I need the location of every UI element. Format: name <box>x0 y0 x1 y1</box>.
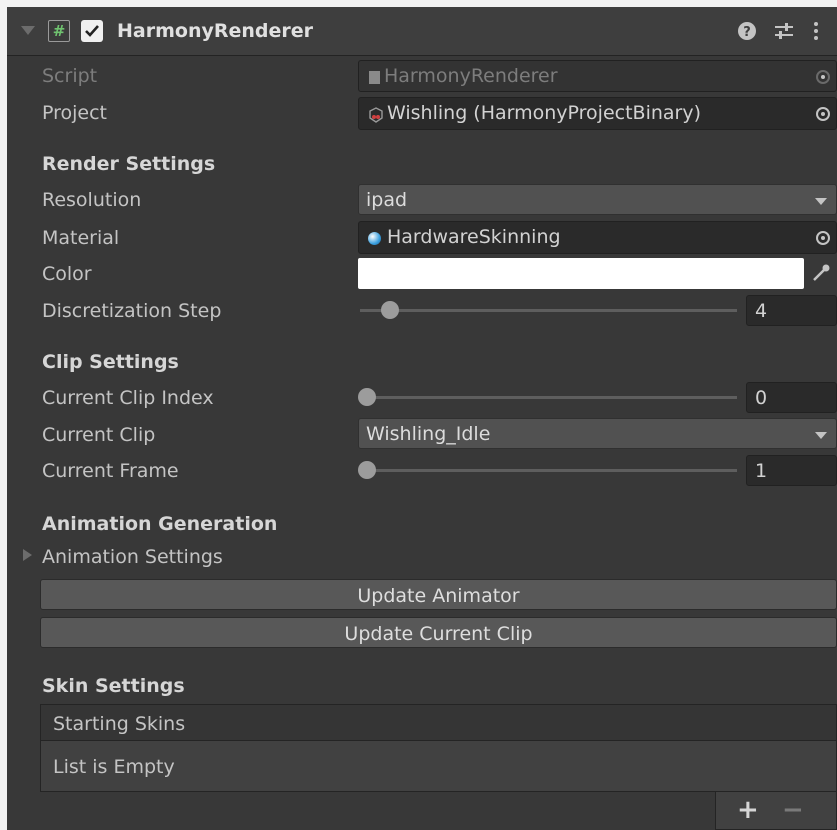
svg-text:?: ? <box>743 25 751 40</box>
project-value: Wishling (HarmonyProjectBinary) <box>387 102 702 124</box>
update-current-clip-button[interactable]: Update Current Clip <box>40 617 837 648</box>
fold-arrow-icon[interactable] <box>21 26 35 35</box>
more-menu-icon[interactable] <box>812 21 820 45</box>
material-field[interactable]: HardwareSkinning <box>358 221 837 254</box>
project-field[interactable]: Wishling (HarmonyProjectBinary) <box>358 97 837 130</box>
script-hash-icon: # <box>48 20 70 42</box>
remove-item-button[interactable]: − <box>782 795 804 825</box>
component-header[interactable]: # HarmonyRenderer ? <box>7 7 837 56</box>
chevron-down-icon <box>815 198 827 205</box>
add-item-button[interactable]: + <box>737 795 759 825</box>
color-swatch[interactable] <box>358 258 804 289</box>
current-frame-slider-track[interactable] <box>360 469 737 472</box>
presets-icon[interactable] <box>773 21 795 45</box>
clip-settings-header: Clip Settings <box>42 351 179 373</box>
list-footer: + − <box>715 792 837 830</box>
animation-settings-foldout[interactable]: Animation Settings <box>42 546 223 568</box>
object-picker-icon[interactable] <box>816 231 830 245</box>
update-animator-button[interactable]: Update Animator <box>40 579 837 610</box>
current-frame-slider-thumb[interactable] <box>358 461 376 479</box>
current-clip-index-value: 0 <box>755 387 768 409</box>
discretization-step-slider-track[interactable] <box>360 309 737 312</box>
material-label: Material <box>42 227 120 249</box>
animation-generation-header: Animation Generation <box>42 513 278 535</box>
help-icon[interactable]: ? <box>738 22 756 40</box>
current-clip-label: Current Clip <box>42 424 156 446</box>
list-empty-text: List is Empty <box>53 756 175 778</box>
svg-text:#: # <box>53 22 66 40</box>
script-value: HarmonyRenderer <box>384 65 558 87</box>
resolution-value: ipad <box>366 189 408 211</box>
discretization-step-input[interactable]: 4 <box>746 295 837 326</box>
current-clip-index-input[interactable]: 0 <box>746 382 837 413</box>
inspector-panel: # HarmonyRenderer ? Script HarmonyRender… <box>7 7 837 830</box>
script-field: HarmonyRenderer <box>358 60 837 92</box>
discretization-step-slider-thumb[interactable] <box>381 301 399 319</box>
starting-skins-list-body: List is Empty <box>40 741 837 792</box>
starting-skins-list-header: Starting Skins <box>40 704 837 741</box>
script-label: Script <box>42 65 98 87</box>
color-label: Color <box>42 263 92 285</box>
resolution-label: Resolution <box>42 189 142 211</box>
object-picker-icon <box>816 70 830 84</box>
render-settings-header: Render Settings <box>42 153 216 175</box>
current-clip-index-label: Current Clip Index <box>42 387 214 409</box>
current-clip-dropdown[interactable]: Wishling_Idle <box>358 418 837 449</box>
current-clip-index-slider-track[interactable] <box>360 396 737 399</box>
object-picker-icon[interactable] <box>816 107 830 121</box>
current-clip-index-slider-thumb[interactable] <box>358 388 376 406</box>
material-value: HardwareSkinning <box>387 226 561 248</box>
eyedropper-icon[interactable] <box>810 262 832 284</box>
update-animator-label: Update Animator <box>357 585 520 607</box>
discretization-step-label: Discretization Step <box>42 300 222 322</box>
resolution-dropdown[interactable]: ipad <box>358 184 837 215</box>
skin-settings-header: Skin Settings <box>42 675 185 697</box>
current-frame-label: Current Frame <box>42 460 179 482</box>
material-sphere-icon <box>368 232 381 245</box>
harmony-project-icon <box>369 107 383 123</box>
current-frame-value: 1 <box>755 460 768 482</box>
chevron-down-icon <box>815 432 827 439</box>
discretization-step-value: 4 <box>755 300 768 322</box>
checkbox-checked-icon[interactable] <box>81 20 103 42</box>
component-title: HarmonyRenderer <box>117 20 314 42</box>
project-label: Project <box>42 102 108 124</box>
script-file-icon <box>369 71 380 84</box>
starting-skins-title: Starting Skins <box>53 713 186 735</box>
current-clip-value: Wishling_Idle <box>366 423 491 445</box>
foldout-arrow-icon[interactable] <box>23 549 32 561</box>
current-frame-input[interactable]: 1 <box>746 455 837 486</box>
update-current-clip-label: Update Current Clip <box>344 623 533 645</box>
